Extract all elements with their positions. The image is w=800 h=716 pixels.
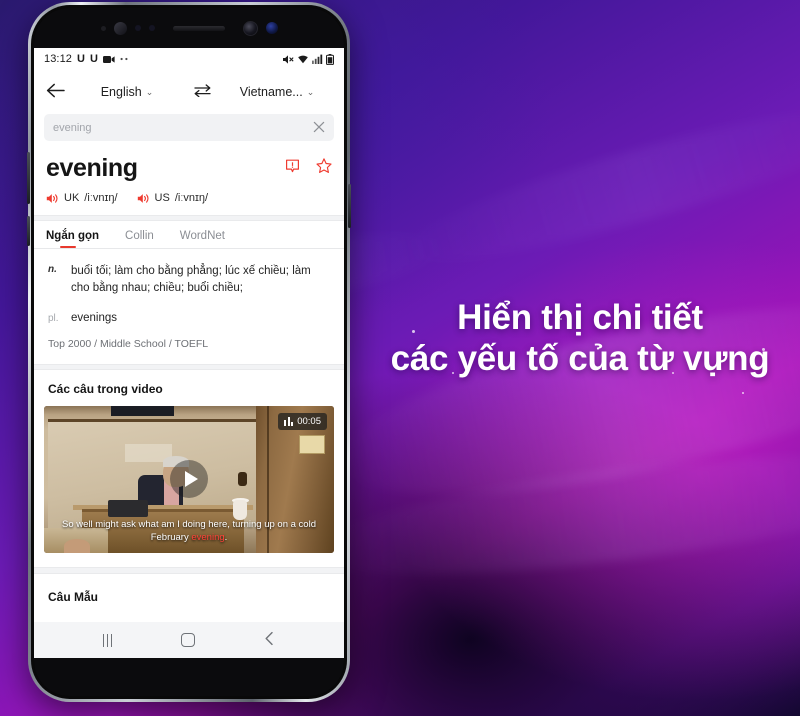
video-monitor [110, 405, 175, 417]
earpiece-speaker [172, 25, 225, 31]
phone-top-bezel [34, 8, 344, 48]
definition-row: n. buổi tối; làm cho bằng phẳng; lúc xế … [48, 263, 330, 298]
subtitle-highlight: evening [191, 532, 225, 544]
sensor-icon [100, 25, 106, 31]
source-language-label: English [100, 85, 142, 99]
pronunciation-row: UK /iːvnɪŋ/ US /iːvnɪŋ/ [46, 183, 332, 215]
proximity-sensor-icon [113, 21, 127, 35]
tab-collin[interactable]: Collin [125, 230, 154, 248]
search-value: evening [53, 121, 92, 134]
subtitle-after: . [224, 532, 228, 544]
power-button[interactable] [348, 184, 351, 228]
video-laptop [107, 500, 148, 518]
assistant-button[interactable] [27, 216, 30, 246]
app-screen: 13:12 U U English ⌄ Vietname... ⌄ evenin… [34, 48, 344, 658]
promo-text: Hiển thị chi tiết các yếu tố của từ vựng [370, 298, 790, 379]
wifi-icon [298, 55, 308, 64]
star-icon[interactable] [316, 158, 332, 179]
app-notification-icon-2: U [89, 53, 98, 65]
definition-block: n. buổi tối; làm cho bằng phẳng; lúc xế … [34, 249, 344, 364]
more-dots-icon [120, 57, 128, 61]
promo-line-1: Hiển thị chi tiết [457, 298, 703, 337]
pronunciation-uk[interactable]: UK /iːvnɪŋ/ [46, 192, 118, 204]
pronunciation-us-label: US [154, 192, 170, 204]
android-nav-bar [34, 622, 344, 658]
pronunciation-us[interactable]: US /iːvnɪŋ/ [137, 192, 209, 204]
part-of-speech: n. [48, 264, 57, 275]
plural-value: evenings [71, 311, 118, 324]
word-header: evening UK /iːvnɪŋ/ US /iːvnɪŋ/ [34, 150, 344, 215]
plural-label: pl. [48, 312, 59, 324]
divider [34, 566, 344, 574]
volume-button[interactable] [27, 152, 30, 204]
promo-line-2: các yếu tố của từ vựng [390, 338, 770, 378]
sparkle [742, 392, 744, 394]
waveform-icon [284, 416, 294, 426]
pronunciation-uk-ipa: /iːvnɪŋ/ [84, 192, 118, 204]
definition-text: buổi tối; làm cho bằng phẳng; lúc xế chi… [71, 265, 311, 295]
background-swoosh-2 [296, 431, 800, 599]
back-arrow-icon[interactable] [46, 83, 72, 102]
target-language-selector[interactable]: Vietname... ⌄ [222, 85, 332, 99]
plural-row: pl. evenings [48, 312, 330, 324]
front-camera-icon [242, 20, 258, 36]
phone-bottom-bezel [34, 658, 344, 696]
word-title-row: evening [46, 154, 332, 183]
clear-x-icon[interactable] [313, 121, 325, 135]
target-language-label: Vietname... [239, 85, 303, 99]
video-duration-badge: 00:05 [278, 412, 327, 430]
examples-section-title: Câu Mẫu [34, 573, 344, 622]
tab-wordnet[interactable]: WordNet [180, 230, 225, 248]
word-tags: Top 2000 / Middle School / TOEFL [48, 337, 209, 350]
nav-back-icon[interactable] [264, 631, 275, 649]
video-thumbnail[interactable]: 00:05 So well might ask what am I doing … [44, 405, 334, 553]
source-language-selector[interactable]: English ⌄ [72, 85, 182, 99]
search-input[interactable]: evening [44, 114, 334, 141]
play-icon[interactable] [170, 460, 208, 499]
status-time: 13:12 [44, 53, 73, 65]
status-bar-right [282, 53, 334, 65]
video-wall-sign [299, 435, 326, 455]
video-door-knob [238, 472, 247, 487]
swap-languages-icon[interactable] [182, 83, 222, 101]
pronunciation-uk-label: UK [64, 192, 80, 204]
word-actions [285, 158, 332, 179]
status-bar-left: 13:12 U U [44, 53, 129, 65]
iris-sensor-icon [134, 25, 141, 31]
video-subtitle: So well might ask what am I doing here, … [52, 518, 326, 545]
light-sensor-icon [148, 25, 155, 31]
video-camera-icon [102, 55, 115, 63]
phone-screen-glass: 13:12 U U English ⌄ Vietname... ⌄ evenin… [34, 8, 344, 696]
mute-icon [283, 54, 294, 64]
promo-banner: Hiển thị chi tiết các yếu tố của từ vựng [0, 0, 800, 716]
speaker-icon [137, 193, 149, 203]
video-duration-text: 00:05 [297, 415, 321, 427]
subtitle-before: So well might ask what am I doing here, … [61, 518, 316, 544]
tab-ngan-gon[interactable]: Ngắn gọn [46, 230, 99, 248]
chevron-down-icon: ⌄ [306, 86, 315, 97]
speaker-icon [46, 193, 58, 203]
video-section-title: Các câu trong video [34, 369, 344, 406]
page-title: evening [46, 154, 138, 182]
video-area: 00:05 So well might ask what am I doing … [34, 405, 344, 567]
app-notification-icon-1: U [77, 53, 85, 65]
status-bar: 13:12 U U [34, 48, 344, 70]
chevron-down-icon: ⌄ [145, 86, 154, 97]
pronunciation-us-ipa: /iːvnɪŋ/ [174, 192, 209, 204]
home-icon[interactable] [181, 633, 196, 647]
report-icon[interactable] [285, 159, 300, 179]
recents-icon[interactable] [102, 633, 113, 647]
language-bar: English ⌄ Vietname... ⌄ [34, 70, 344, 114]
signal-bars-icon [312, 54, 323, 64]
dictionary-tabs: Ngắn gọn Collin WordNet [34, 221, 344, 248]
background-swoosh-3 [380, 79, 800, 291]
iris-camera-icon [265, 22, 278, 34]
battery-icon [326, 53, 334, 65]
phone-mockup: 13:12 U U English ⌄ Vietname... ⌄ evenin… [27, 2, 351, 702]
search-area: evening [34, 114, 344, 150]
